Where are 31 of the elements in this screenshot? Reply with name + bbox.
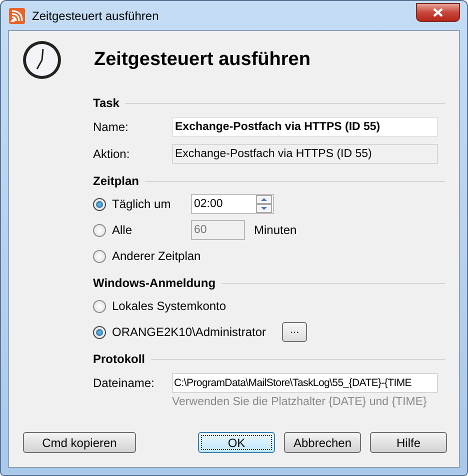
section-title: Windows-Anmeldung bbox=[93, 276, 216, 290]
filename-field[interactable]: C:\ProgramData\MailStore\TaskLog\55_{DATE}-{TIME bbox=[172, 372, 438, 392]
dialog-button[interactable]: Hilfe bbox=[370, 432, 447, 453]
hint-text: Verwenden Sie die Platzhalter {DATE} und {TIME} bbox=[172, 396, 428, 410]
field-label: Name: bbox=[93, 120, 130, 134]
name-field[interactable]: Exchange-Postfach via HTTPS (ID 55) bbox=[172, 116, 438, 136]
radio-label[interactable]: Anderer Zeitplan bbox=[112, 249, 201, 263]
dialog-heading: Zeitgesteuert ausführen bbox=[94, 49, 310, 71]
window-title: Zeitgesteuert ausführen bbox=[32, 8, 159, 22]
radio-label[interactable]: Lokales Systemkonto bbox=[112, 299, 226, 313]
dialog-button[interactable]: OK bbox=[198, 432, 275, 453]
radio-button[interactable] bbox=[93, 300, 106, 312]
radio-button[interactable] bbox=[93, 326, 106, 338]
dialog-button[interactable]: Cmd kopieren bbox=[23, 432, 136, 453]
section-title: Zeitplan bbox=[93, 174, 140, 188]
browse-button[interactable]: ... bbox=[282, 322, 308, 342]
app-icon bbox=[9, 8, 25, 24]
field-label: Aktion: bbox=[93, 146, 131, 160]
action-field: Exchange-Postfach via HTTPS (ID 55) bbox=[172, 144, 438, 164]
section-title: Task bbox=[93, 96, 120, 110]
close-icon bbox=[433, 8, 443, 17]
radio-label[interactable]: Täglich um bbox=[112, 197, 191, 211]
dialog-button[interactable]: Abbrechen bbox=[284, 432, 361, 453]
clock-icon bbox=[22, 40, 62, 80]
section-title: Protokoll bbox=[93, 352, 146, 366]
unit-label: Minuten bbox=[254, 223, 297, 237]
radio-label[interactable]: ORANGE2K10\Administrator bbox=[112, 325, 266, 339]
radio-button[interactable] bbox=[93, 250, 106, 262]
close-button[interactable] bbox=[416, 3, 460, 22]
field-label: Dateiname: bbox=[93, 376, 156, 390]
radio-button[interactable] bbox=[93, 198, 106, 210]
